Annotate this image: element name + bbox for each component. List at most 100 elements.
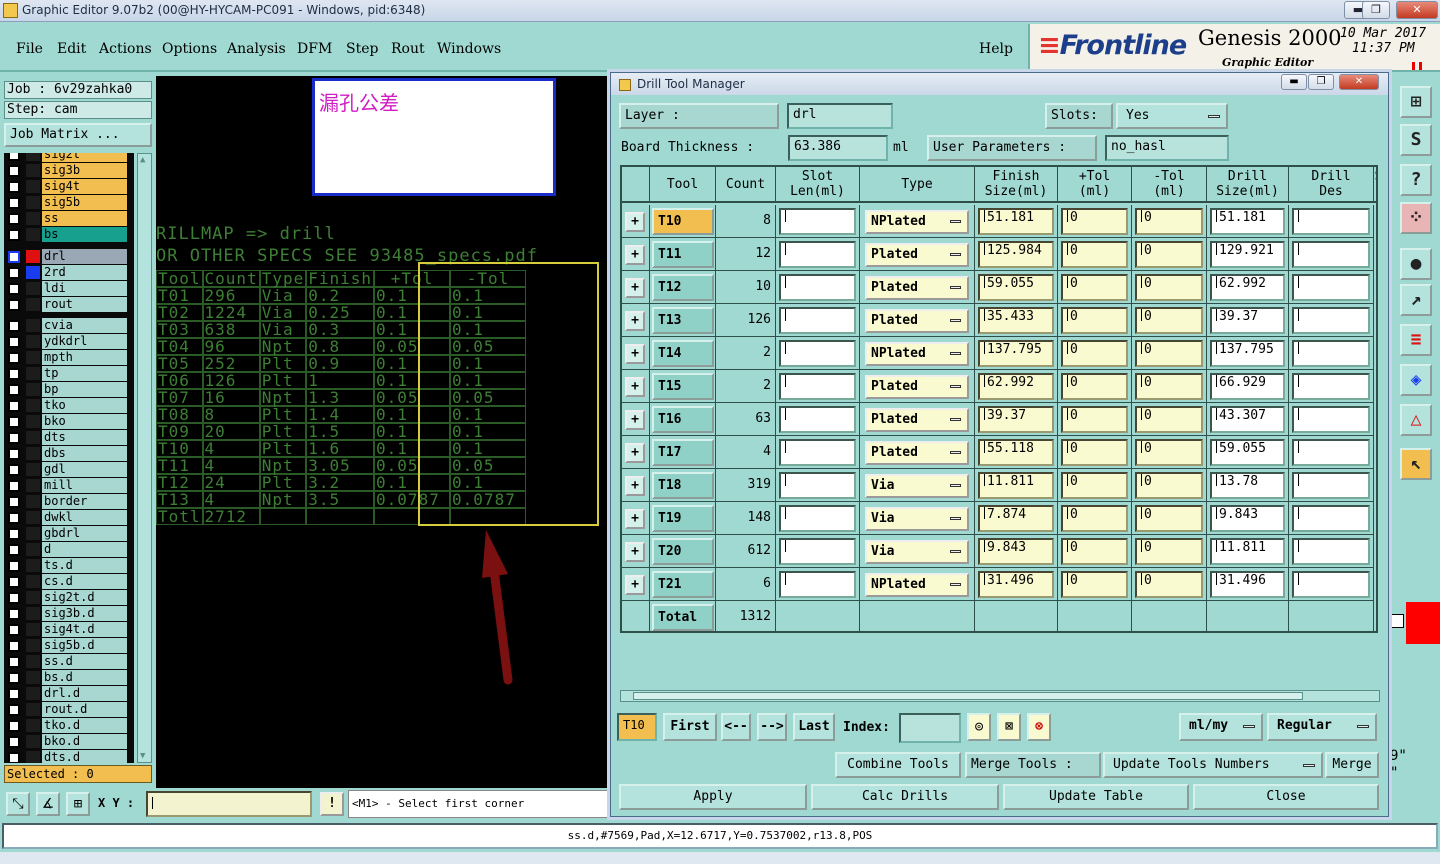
update-tools-numbers-select[interactable]: Update Tools Numbers bbox=[1103, 752, 1323, 778]
prev-button[interactable]: <-- bbox=[721, 713, 751, 741]
minus-tol-input[interactable]: 0 bbox=[1135, 340, 1203, 367]
layer-color-swatch[interactable] bbox=[26, 228, 40, 241]
slot-len-input[interactable] bbox=[779, 439, 856, 466]
layer-name[interactable]: rout bbox=[42, 297, 127, 312]
tool-button[interactable]: T20 bbox=[652, 538, 714, 565]
layer-row[interactable]: gdl bbox=[6, 462, 128, 477]
layer-name[interactable]: sig3b.d bbox=[42, 606, 127, 621]
plus-tol-input[interactable]: 0 bbox=[1061, 406, 1128, 433]
first-button[interactable]: First bbox=[663, 713, 717, 741]
dialog-maximize-button[interactable]: ❐ bbox=[1308, 74, 1334, 90]
drill-size-input[interactable]: 51.181 bbox=[1210, 208, 1285, 235]
layer-name[interactable]: sig5b.d bbox=[42, 638, 127, 653]
layer-name[interactable]: bs.d bbox=[42, 670, 127, 685]
plus-tol-input[interactable]: 0 bbox=[1061, 274, 1128, 301]
layer-name[interactable]: tp bbox=[42, 366, 127, 381]
layer-name[interactable]: rout.d bbox=[42, 702, 127, 717]
layer-row[interactable]: cvia bbox=[6, 318, 128, 333]
layer-list-scrollbar[interactable]: ▲ ▼ bbox=[137, 153, 152, 763]
layer-name[interactable]: mpth bbox=[42, 350, 127, 365]
layer-row[interactable]: rout bbox=[6, 297, 128, 312]
layer-row[interactable]: tko.d bbox=[6, 718, 128, 733]
layer-name[interactable]: dwkl bbox=[42, 510, 127, 525]
layer-name[interactable]: cvia bbox=[42, 318, 127, 333]
layer-row[interactable]: tko bbox=[6, 398, 128, 413]
layer-checkbox[interactable] bbox=[8, 736, 20, 748]
drill-size-input[interactable]: 137.795 bbox=[1210, 340, 1285, 367]
dialog-close-button[interactable]: ✕ bbox=[1339, 74, 1379, 90]
menu-step[interactable]: Step bbox=[346, 41, 378, 57]
drill-size-input[interactable]: 13.78 bbox=[1210, 472, 1285, 499]
plus-tol-input[interactable]: 0 bbox=[1061, 208, 1128, 235]
zoom-icon[interactable]: ⊠ bbox=[997, 713, 1021, 741]
layer-checkbox[interactable] bbox=[8, 704, 20, 716]
layer-color-swatch[interactable] bbox=[26, 735, 40, 748]
slot-len-input[interactable] bbox=[779, 571, 856, 598]
layer-checkbox[interactable] bbox=[8, 432, 20, 444]
layer-row[interactable]: ss.d bbox=[6, 654, 128, 669]
layer-name[interactable]: sig3b bbox=[42, 163, 127, 178]
scroll-down-icon[interactable]: ▼ bbox=[140, 752, 149, 761]
table-hscroll[interactable] bbox=[620, 690, 1380, 702]
layer-color-swatch[interactable] bbox=[26, 319, 40, 332]
layer-row[interactable]: sig2t.d bbox=[6, 590, 128, 605]
layer-name[interactable]: dbs bbox=[42, 446, 127, 461]
plus-tol-input[interactable]: 0 bbox=[1061, 241, 1128, 268]
tool-button[interactable]: T14 bbox=[652, 340, 714, 367]
finish-size-input[interactable]: 59.055 bbox=[978, 274, 1054, 301]
tool-button[interactable]: T18 bbox=[652, 472, 714, 499]
layer-checkbox[interactable] bbox=[8, 528, 20, 540]
menu-actions[interactable]: Actions bbox=[99, 41, 152, 57]
layer-row[interactable]: mpth bbox=[6, 350, 128, 365]
layer-color-swatch[interactable] bbox=[26, 298, 40, 311]
layer-color-swatch[interactable] bbox=[26, 511, 40, 524]
layer-row[interactable]: bko bbox=[6, 414, 128, 429]
layer-row[interactable]: bs bbox=[6, 227, 128, 242]
combine-tools-button[interactable]: Combine Tools bbox=[835, 752, 961, 778]
plus-tol-input[interactable]: 0 bbox=[1061, 505, 1128, 532]
slot-len-input[interactable] bbox=[779, 241, 856, 268]
expand-plus-icon[interactable]: + bbox=[625, 377, 645, 397]
layer-checkbox[interactable] bbox=[8, 165, 20, 177]
layer-name[interactable]: dts bbox=[42, 430, 127, 445]
scroll-up-icon[interactable]: ▲ bbox=[140, 156, 149, 165]
layer-row[interactable]: 2rd bbox=[6, 265, 128, 280]
search-icon[interactable]: ◎ bbox=[967, 713, 991, 741]
dot-icon[interactable]: ● bbox=[1400, 248, 1432, 280]
drill-size-input[interactable]: 43.307 bbox=[1210, 406, 1285, 433]
layer-name[interactable]: bp bbox=[42, 382, 127, 397]
layer-checkbox[interactable] bbox=[8, 512, 20, 524]
layer-name[interactable]: ss bbox=[42, 211, 127, 226]
expand-plus-icon[interactable]: + bbox=[625, 443, 645, 463]
type-select[interactable]: NPlated bbox=[865, 210, 969, 234]
menu-file[interactable]: File bbox=[16, 41, 43, 57]
type-select[interactable]: Plated bbox=[865, 309, 969, 333]
drill-size-input[interactable]: 59.055 bbox=[1210, 439, 1285, 466]
drill-size-input[interactable]: 39.37 bbox=[1210, 307, 1285, 334]
expand-plus-icon[interactable]: + bbox=[625, 212, 645, 232]
layer-row[interactable]: drl.d bbox=[6, 686, 128, 701]
expand-plus-icon[interactable]: + bbox=[625, 410, 645, 430]
layer-name[interactable]: sig4t.d bbox=[42, 622, 127, 637]
layer-color-swatch[interactable] bbox=[26, 591, 40, 604]
drill-size-input[interactable]: 31.496 bbox=[1210, 571, 1285, 598]
layer-checkbox[interactable] bbox=[8, 544, 20, 556]
layer-name[interactable]: cs.d bbox=[42, 574, 127, 589]
layer-checkbox[interactable] bbox=[8, 576, 20, 588]
layer-color-swatch[interactable] bbox=[26, 447, 40, 460]
drill-size-input[interactable]: 62.992 bbox=[1210, 274, 1285, 301]
drill-des-input[interactable] bbox=[1292, 241, 1370, 268]
minus-tol-input[interactable]: 0 bbox=[1135, 505, 1203, 532]
graphic-canvas[interactable]: 漏孔公差 RILLMAP => drill OR OTHER SPECS SEE… bbox=[156, 76, 611, 788]
drill-des-input[interactable] bbox=[1292, 307, 1370, 334]
layer-checkbox[interactable] bbox=[8, 320, 20, 332]
minus-tol-input[interactable]: 0 bbox=[1135, 208, 1203, 235]
layer-name[interactable]: drl.d bbox=[42, 686, 127, 701]
slot-len-input[interactable] bbox=[779, 373, 856, 400]
layer-color-swatch[interactable] bbox=[26, 399, 40, 412]
minus-tol-input[interactable]: 0 bbox=[1135, 373, 1203, 400]
layer-color-swatch[interactable] bbox=[26, 153, 40, 161]
user-parameters-input[interactable]: no_hasl bbox=[1105, 135, 1229, 161]
layer-row[interactable]: dts bbox=[6, 430, 128, 445]
layer-color-swatch[interactable] bbox=[26, 351, 40, 364]
